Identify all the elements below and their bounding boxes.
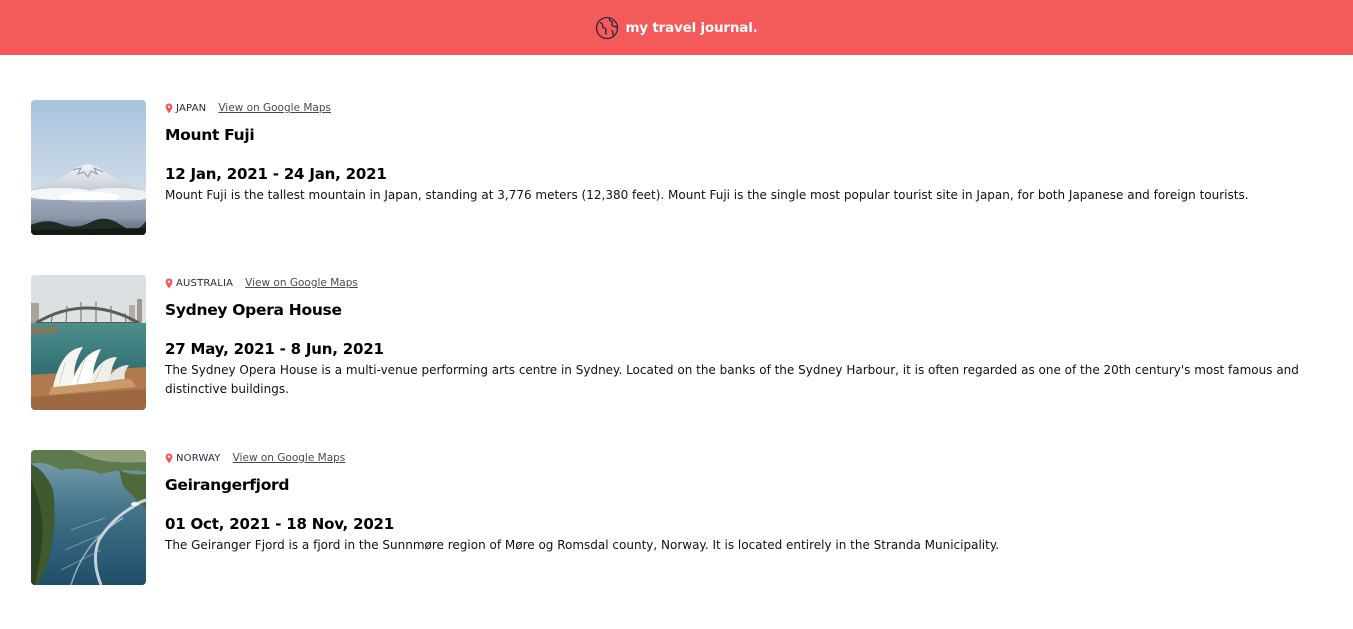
location-pin-icon bbox=[165, 278, 173, 289]
location-pin-icon bbox=[165, 103, 173, 114]
entry-dates: 27 May, 2021 - 8 Jun, 2021 bbox=[165, 340, 384, 358]
entry-dates: 01 Oct, 2021 - 18 Nov, 2021 bbox=[165, 515, 395, 533]
entry-info: Japan View on Google Maps Mount Fuji 12 … bbox=[165, 100, 1313, 235]
entry-info: Australia View on Google Maps Sydney Ope… bbox=[165, 275, 1313, 410]
location-line: Japan View on Google Maps bbox=[165, 101, 1313, 115]
entry-title: Geirangerfjord bbox=[165, 476, 290, 494]
entry-title: Mount Fuji bbox=[165, 126, 255, 144]
google-maps-link[interactable]: View on Google Maps bbox=[245, 277, 358, 289]
entry-country: Japan bbox=[176, 102, 207, 114]
location-line: Australia View on Google Maps bbox=[165, 276, 1313, 290]
app-title: my travel journal. bbox=[625, 19, 758, 36]
entry-description: The Geiranger Fjord is a fjord in the Su… bbox=[165, 538, 1000, 552]
entry-description: The Sydney Opera House is a multi-venue … bbox=[165, 363, 1299, 396]
globe-icon bbox=[595, 16, 619, 40]
entry-dates: 12 Jan, 2021 - 24 Jan, 2021 bbox=[165, 165, 387, 183]
location-line: Norway View on Google Maps bbox=[165, 451, 1313, 465]
entry-country: Australia bbox=[176, 277, 234, 289]
entry-photo-geirangerfjord bbox=[31, 450, 146, 585]
navbar: my travel journal. bbox=[0, 0, 1353, 55]
entry-info: Norway View on Google Maps Geirangerfjor… bbox=[165, 450, 1313, 585]
entry-title: Sydney Opera House bbox=[165, 301, 342, 319]
entry-photo-sydney-opera-house bbox=[31, 275, 146, 410]
location-pin-icon bbox=[165, 453, 173, 464]
google-maps-link[interactable]: View on Google Maps bbox=[233, 452, 346, 464]
entry-photo-mount-fuji bbox=[31, 100, 146, 235]
google-maps-link[interactable]: View on Google Maps bbox=[218, 102, 331, 114]
entry-description: Mount Fuji is the tallest mountain in Ja… bbox=[165, 188, 1249, 202]
journal-entry: Norway View on Google Maps Geirangerfjor… bbox=[31, 450, 1313, 585]
journal-entry: Japan View on Google Maps Mount Fuji 12 … bbox=[31, 100, 1313, 235]
entry-country: Norway bbox=[176, 452, 221, 464]
entries-list: Japan View on Google Maps Mount Fuji 12 … bbox=[0, 55, 1353, 585]
journal-entry: Australia View on Google Maps Sydney Ope… bbox=[31, 275, 1313, 410]
